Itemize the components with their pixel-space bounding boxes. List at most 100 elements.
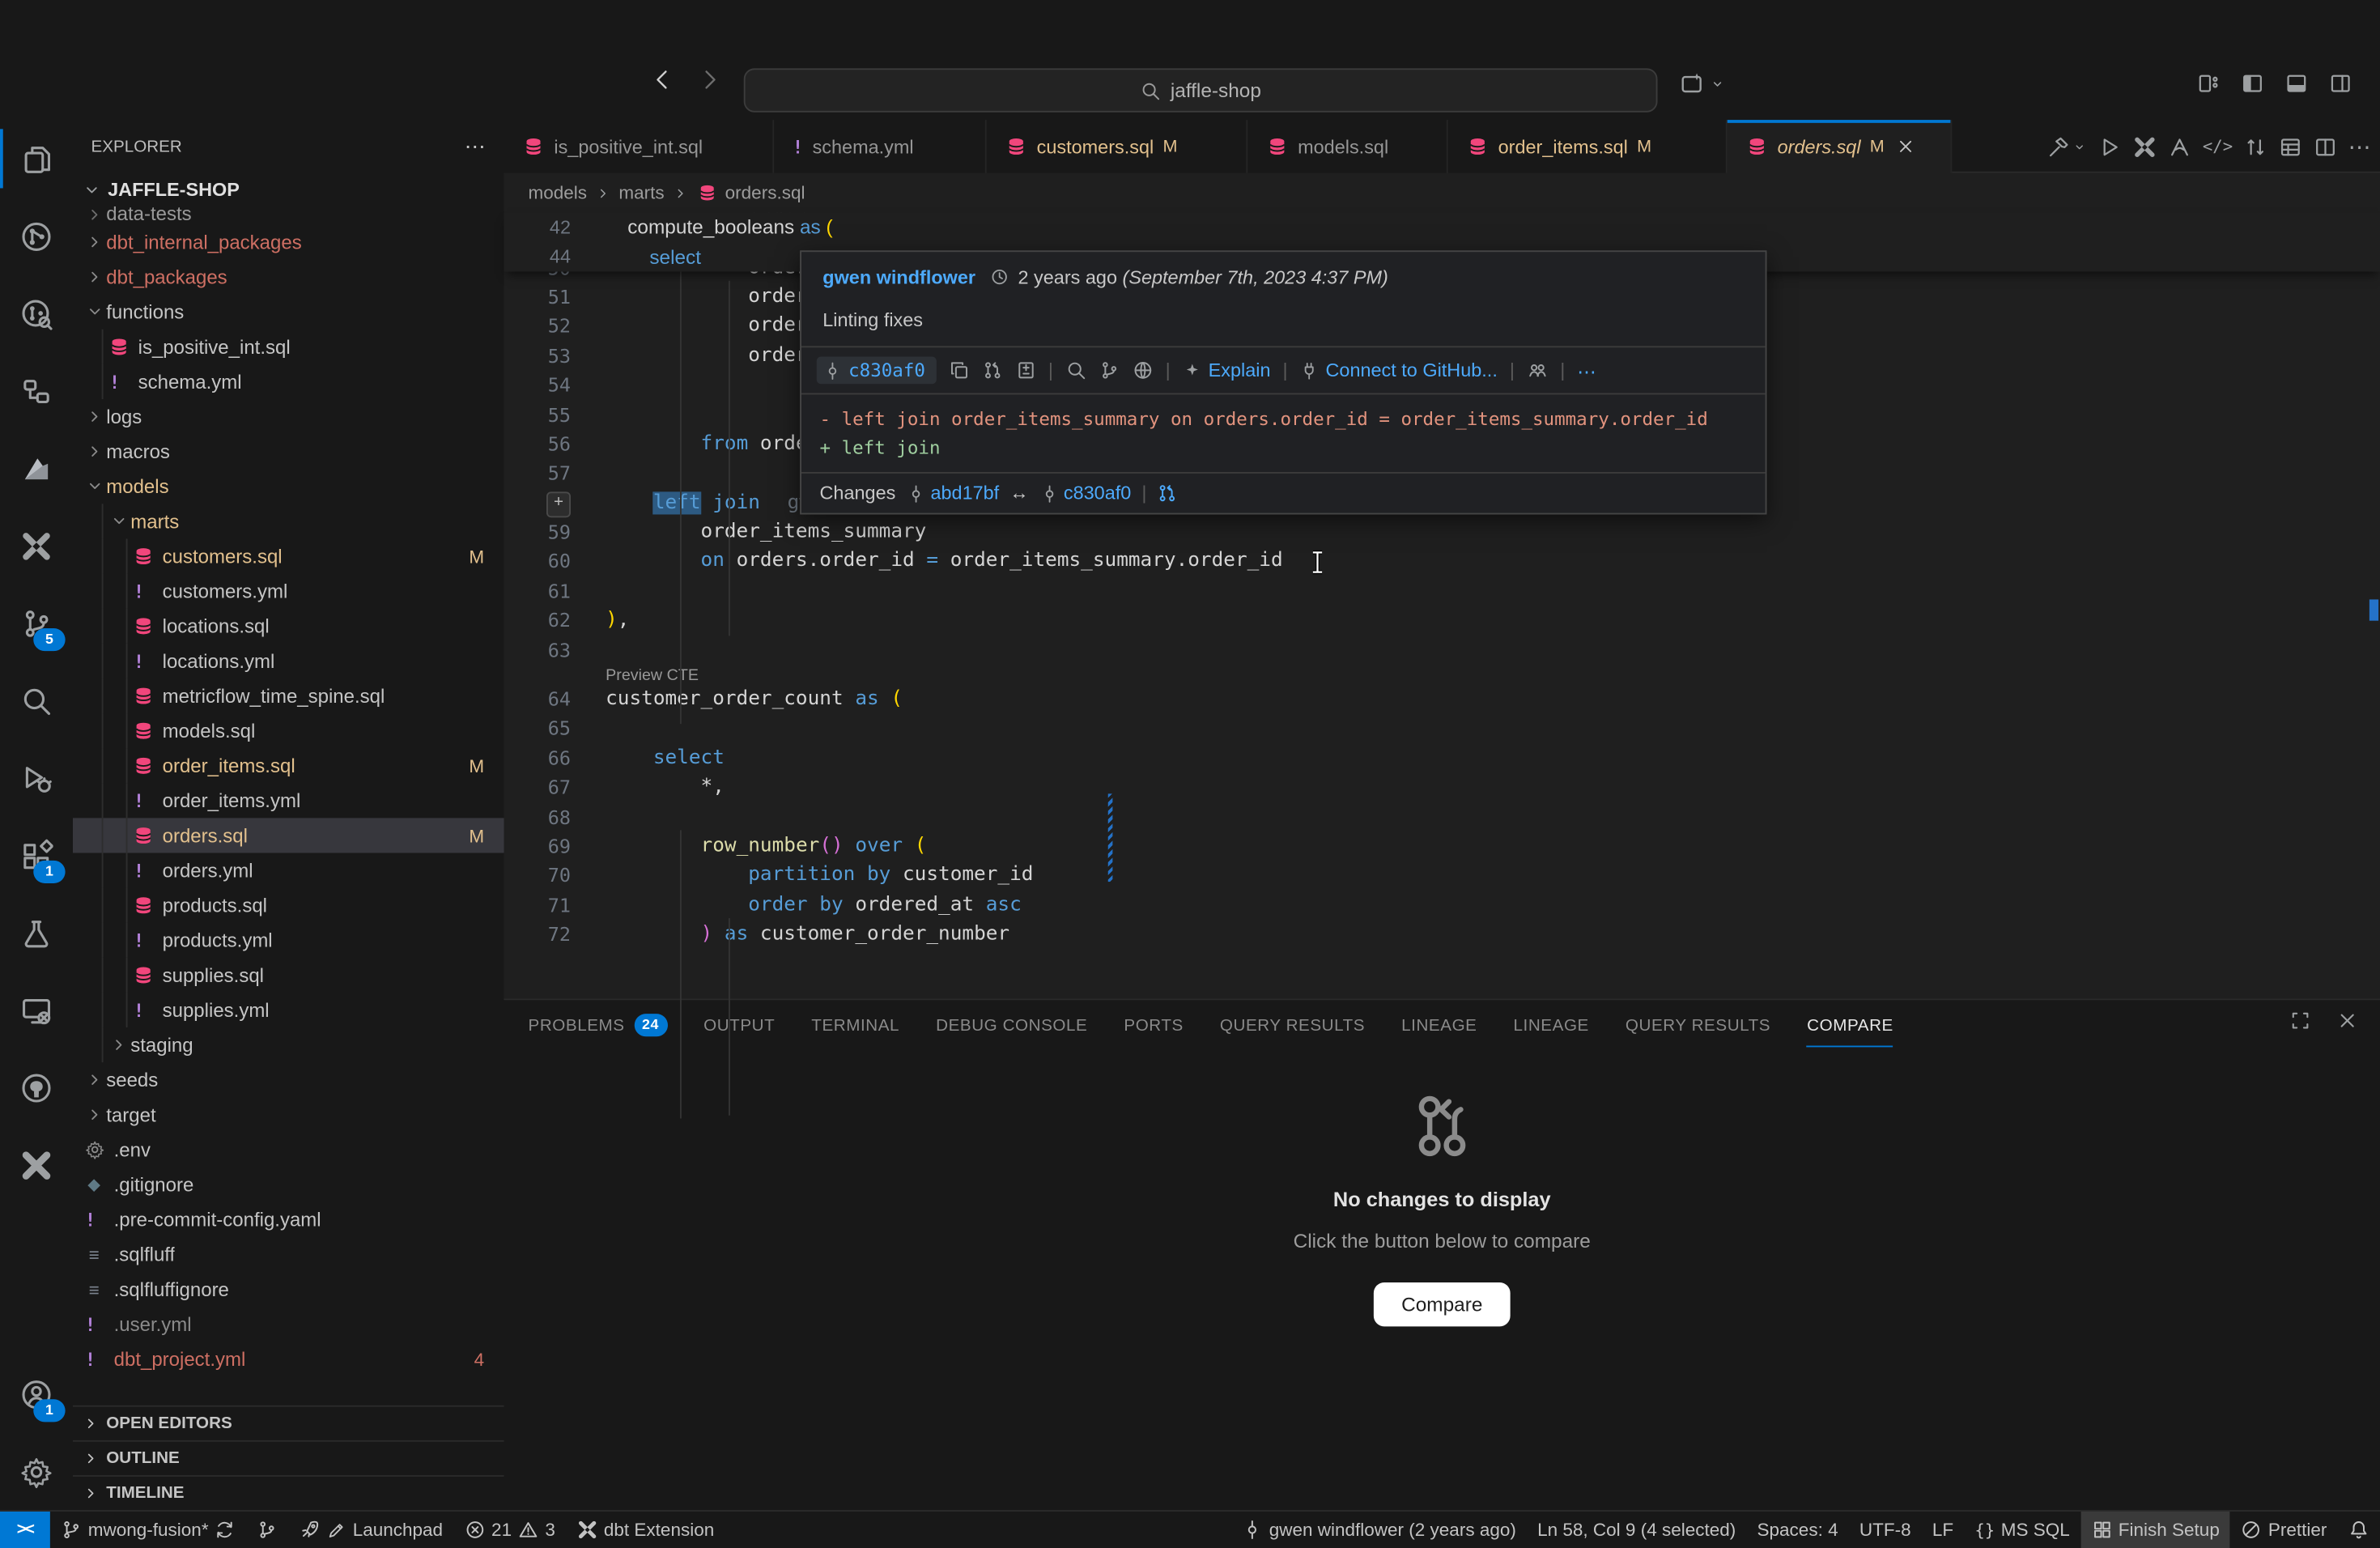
activity-run-and-debug[interactable] bbox=[0, 739, 73, 817]
codelens-preview-cte[interactable]: Preview CTE bbox=[606, 666, 699, 684]
tree-item-orders.yml[interactable]: !orders.yml bbox=[73, 853, 504, 887]
commit-author-link[interactable]: gwen windflower bbox=[822, 267, 975, 288]
team-icon[interactable] bbox=[1527, 359, 1548, 381]
knot-action-icon[interactable] bbox=[2133, 134, 2157, 159]
open-on-web-icon[interactable] bbox=[1132, 359, 1153, 381]
tab-customers.sql[interactable]: customers.sqlM bbox=[987, 120, 1248, 173]
tree-item-data-tests[interactable]: data-tests bbox=[73, 206, 504, 224]
from-commit-link[interactable]: abd17bf bbox=[906, 483, 999, 504]
tree-item-.user.yml[interactable]: !.user.yml bbox=[73, 1307, 504, 1342]
status-eol[interactable]: LF bbox=[1922, 1511, 1965, 1548]
status-blame[interactable]: gwen windflower (2 years ago) bbox=[1231, 1511, 1527, 1548]
explain-button[interactable]: Explain bbox=[1183, 359, 1271, 381]
breadcrumb-item[interactable]: orders.sql bbox=[725, 182, 805, 203]
tree-item-models.sql[interactable]: models.sql bbox=[73, 713, 504, 748]
tab-orders.sql[interactable]: orders.sqlM bbox=[1728, 120, 1953, 173]
tree-item-.env[interactable]: .env bbox=[73, 1132, 504, 1167]
panel-tab-problems[interactable]: PROBLEMS24 bbox=[529, 1000, 668, 1050]
tree-item-.pre-commit-config.yaml[interactable]: !.pre-commit-config.yaml bbox=[73, 1202, 504, 1237]
add-comment-button[interactable]: + bbox=[546, 491, 571, 517]
compare-arrows-action-icon[interactable] bbox=[2243, 134, 2267, 159]
tree-item-products.sql[interactable]: products.sql bbox=[73, 888, 504, 923]
tree-item-locations.sql[interactable]: locations.sql bbox=[73, 609, 504, 644]
remote-indicator[interactable]: >< bbox=[0, 1511, 50, 1548]
tree-item-customers.yml[interactable]: !customers.yml bbox=[73, 574, 504, 609]
status-indentation[interactable]: Spaces: 4 bbox=[1746, 1511, 1848, 1548]
tab-is_positive_int.sql[interactable]: is_positive_int.sql bbox=[504, 120, 775, 173]
tree-item-seeds[interactable]: seeds bbox=[73, 1062, 504, 1097]
toggle-sidebar-icon[interactable] bbox=[2241, 71, 2265, 96]
tree-item-.sqlfluff[interactable]: ≡.sqlfluff bbox=[73, 1237, 504, 1272]
tree-item-.gitignore[interactable]: ◆.gitignore bbox=[73, 1167, 504, 1201]
compare-button[interactable]: Compare bbox=[1374, 1282, 1510, 1326]
status-prettier[interactable]: Prettier bbox=[2230, 1511, 2338, 1548]
maximize-panel-icon[interactable] bbox=[2289, 1010, 2312, 1032]
tree-item-locations.yml[interactable]: !locations.yml bbox=[73, 644, 504, 678]
activity-explorer[interactable] bbox=[0, 120, 73, 198]
open-changes-icon[interactable] bbox=[981, 359, 1002, 381]
code-action-icon[interactable]: </> bbox=[2203, 137, 2233, 156]
back-arrow-icon[interactable] bbox=[650, 66, 676, 92]
forward-arrow-icon[interactable] bbox=[697, 66, 723, 92]
activity-remote-explorer[interactable] bbox=[0, 972, 73, 1049]
activity-extensions[interactable]: 1 bbox=[0, 816, 73, 894]
copy-icon[interactable] bbox=[948, 359, 969, 381]
panel-tab-compare[interactable]: COMPARE bbox=[1807, 1000, 1893, 1050]
to-commit-link[interactable]: c830af0 bbox=[1039, 483, 1131, 504]
status-notifications[interactable] bbox=[2338, 1511, 2380, 1548]
status-problems[interactable]: 213 bbox=[453, 1511, 566, 1548]
tree-item-customers.sql[interactable]: customers.sqlM bbox=[73, 538, 504, 573]
chev-d-sm-action-icon[interactable] bbox=[2072, 139, 2088, 155]
tree-item-macros[interactable]: macros bbox=[73, 434, 504, 469]
activity-manage[interactable] bbox=[0, 1433, 73, 1511]
status-dbt-extension[interactable]: dbt Extension bbox=[566, 1511, 725, 1548]
activity-dbt-explore[interactable] bbox=[0, 274, 73, 352]
activity-flowchart[interactable] bbox=[0, 352, 73, 430]
status-commit-graph[interactable] bbox=[246, 1511, 289, 1548]
section-outline[interactable]: OUTLINE bbox=[73, 1440, 504, 1475]
tree-item-logs[interactable]: logs bbox=[73, 399, 504, 434]
commit-graph-icon[interactable] bbox=[1099, 359, 1120, 381]
tab-schema.yml[interactable]: !schema.yml bbox=[774, 120, 987, 173]
tab-order_items.sql[interactable]: order_items.sqlM bbox=[1448, 120, 1728, 173]
activity-source-control[interactable]: 5 bbox=[0, 585, 73, 662]
panel-tab-query-results[interactable]: QUERY RESULTS bbox=[1626, 1000, 1770, 1050]
tree-item-is_positive_int.sql[interactable]: is_positive_int.sql bbox=[73, 330, 504, 364]
toggle-secondary-sidebar-icon[interactable] bbox=[2328, 71, 2352, 96]
command-center-search[interactable]: jaffle-shop bbox=[744, 68, 1658, 112]
activity-dbt-power-user[interactable] bbox=[0, 507, 73, 585]
tree-item-metricflow_time_spine.sql[interactable]: metricflow_time_spine.sql bbox=[73, 678, 504, 713]
breadcrumb-item[interactable]: models bbox=[529, 182, 588, 203]
play-action-icon[interactable] bbox=[2097, 134, 2122, 159]
activity-dbt[interactable] bbox=[0, 429, 73, 507]
tree-item-orders.sql[interactable]: orders.sqlM bbox=[73, 818, 504, 853]
more-actions-icon[interactable]: ⋯ bbox=[1577, 359, 1596, 381]
panel-tab-query-results[interactable]: QUERY RESULTS bbox=[1220, 1000, 1365, 1050]
tree-item-supplies.sql[interactable]: supplies.sql bbox=[73, 958, 504, 993]
tree-item-dbt_packages[interactable]: dbt_packages bbox=[73, 260, 504, 295]
section-timeline[interactable]: TIMELINE bbox=[73, 1475, 504, 1510]
split-action-icon[interactable] bbox=[2314, 134, 2338, 159]
status-branch[interactable]: mwong-fusion* bbox=[50, 1511, 247, 1548]
breadcrumb[interactable]: modelsmartsorders.sql bbox=[504, 173, 2380, 213]
tree-item-order_items.sql[interactable]: order_items.sqlM bbox=[73, 748, 504, 783]
tree-item-order_items.yml[interactable]: !order_items.yml bbox=[73, 783, 504, 818]
activity-dbt-power-user-alt[interactable] bbox=[0, 1126, 73, 1204]
panel-tab-output[interactable]: OUTPUT bbox=[703, 1000, 775, 1050]
open-changes-icon[interactable] bbox=[1158, 483, 1179, 504]
panel-tab-lineage[interactable]: LINEAGE bbox=[1401, 1000, 1477, 1050]
section-open-editors[interactable]: OPEN EDITORS bbox=[73, 1406, 504, 1440]
activity-accounts[interactable]: 1 bbox=[0, 1355, 73, 1433]
activity-testing[interactable] bbox=[0, 894, 73, 972]
status-launchpad[interactable]: Launchpad bbox=[289, 1511, 453, 1548]
status-encoding[interactable]: UTF-8 bbox=[1849, 1511, 1922, 1548]
diff-file-icon[interactable] bbox=[1015, 359, 1036, 381]
tree-item-dbt_internal_packages[interactable]: dbt_internal_packages bbox=[73, 224, 504, 259]
commit-sha-chip[interactable]: c830af0 bbox=[817, 357, 936, 385]
connect-github-button[interactable]: Connect to GitHub... bbox=[1300, 359, 1498, 381]
tree-item-.sqlfluffignore[interactable]: ≡.sqlfluffignore bbox=[73, 1272, 504, 1307]
activity-dbt-lineage[interactable] bbox=[0, 198, 73, 275]
tree-item-supplies.yml[interactable]: !supplies.yml bbox=[73, 993, 504, 1027]
table-action-icon[interactable] bbox=[2278, 134, 2302, 159]
dbt-a-action-icon[interactable] bbox=[2168, 134, 2192, 159]
